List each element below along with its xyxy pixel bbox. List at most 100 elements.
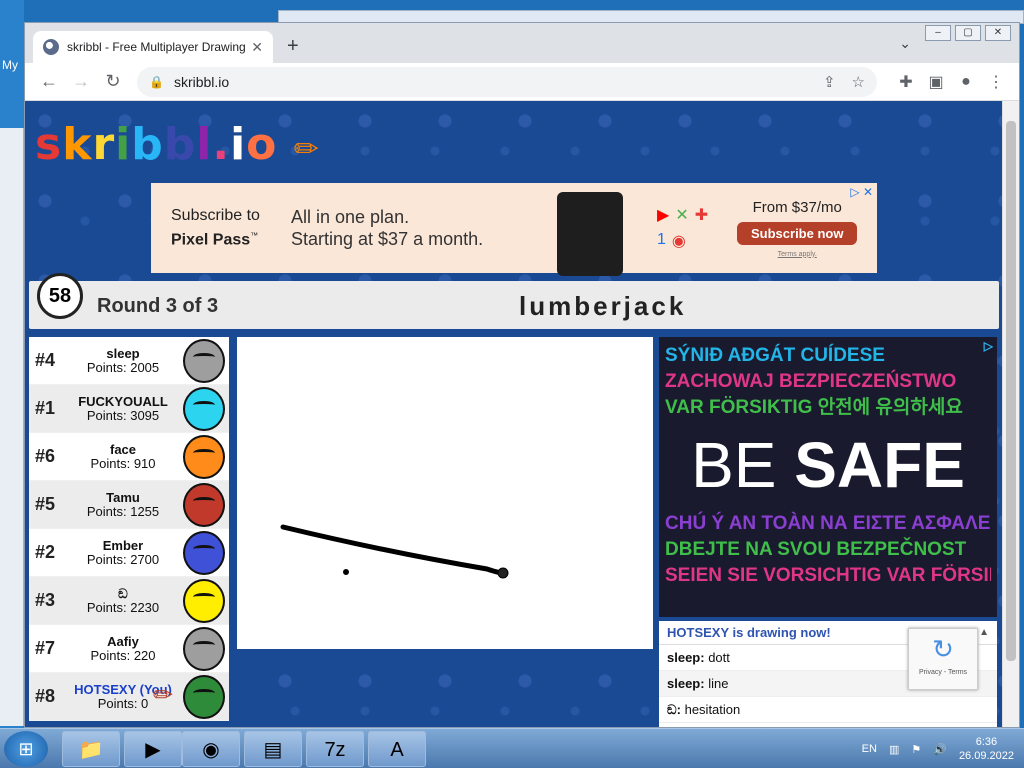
player-points: Points: 1255: [86, 503, 160, 519]
windows-taskbar: ⊞ 📁 ▶ ◉ ▤ 7z A EN ▥ ⚑ 🔊 6:36 26.09.2022: [0, 728, 1024, 768]
player-row[interactable]: #5 Tamu Points: 1255: [29, 481, 229, 529]
pixel-phone-image: [557, 192, 623, 276]
archive-app-taskbar-icon[interactable]: ▤: [244, 731, 302, 767]
player-row[interactable]: #1 FUCKYOUALL Points: 3095: [29, 385, 229, 433]
player-row[interactable]: #3 ඞ Points: 2230: [29, 577, 229, 625]
google-one-icon: ✚: [694, 207, 709, 224]
ad-plan-text: All in one plan. Starting at $37 a month…: [291, 207, 484, 249]
flag-icon[interactable]: ⚑: [911, 743, 921, 756]
player-avatar-icon: [183, 339, 225, 383]
be-safe-headline: BE SAFE: [691, 429, 965, 501]
side-panel-icon[interactable]: ▣: [921, 72, 951, 92]
address-bar[interactable]: 🔒 skribbl.io ⇪ ☆: [137, 66, 877, 97]
terms-link[interactable]: Terms apply.: [737, 251, 857, 258]
recaptcha-badge[interactable]: ↻ Privacy - Terms: [908, 628, 978, 690]
profile-avatar-icon[interactable]: ●: [951, 73, 981, 91]
player-rank: #2: [35, 542, 56, 562]
minimize-button[interactable]: –: [925, 25, 951, 41]
youtube-music-icon: ◉: [671, 233, 686, 250]
player-rank: #1: [35, 398, 56, 418]
player-name: Aafiy: [107, 634, 139, 649]
network-icon[interactable]: ▥: [889, 743, 899, 756]
extensions-puzzle-icon[interactable]: ✚: [891, 72, 921, 92]
app-taskbar-icon[interactable]: A: [368, 731, 426, 767]
player-row-self[interactable]: #8 HOTSEXY (You) Points: 0 ✏: [29, 673, 229, 721]
window-controls: – ▢ ✕: [925, 25, 1011, 41]
safe-line: SÝNIÐ AÐGÁT CUÍDESE: [665, 345, 885, 366]
current-word: lumberjack: [519, 291, 687, 321]
ad-choices-icon[interactable]: ▷ ✕: [850, 185, 873, 199]
desktop-icon-label[interactable]: My: [2, 58, 18, 72]
player-points: Points: 3095: [86, 407, 160, 423]
tab-skribbl[interactable]: skribbl - Free Multiplayer Drawing ✕: [33, 31, 273, 63]
close-window-button[interactable]: ✕: [985, 25, 1011, 41]
scrollbar-thumb[interactable]: [1006, 121, 1016, 661]
player-row[interactable]: #7 Aafiy Points: 220: [29, 625, 229, 673]
system-tray: EN ▥ ⚑ 🔊 6:36 26.09.2022: [862, 735, 1014, 763]
ad-price-block: From $37/mo Subscribe now Terms apply.: [737, 199, 858, 258]
media-player-taskbar-icon[interactable]: ▶: [124, 731, 182, 767]
safe-line: ZACHOWAJ BEZPIECZEŃSTWO: [665, 371, 957, 392]
google-pixel-ad-banner[interactable]: Subscribe to Pixel Pass™ All in one plan…: [151, 183, 877, 276]
drawing-canvas[interactable]: [237, 337, 653, 649]
browser-window: skribbl - Free Multiplayer Drawing ✕ + ⌄…: [24, 22, 1020, 728]
start-button-icon[interactable]: ⊞: [4, 731, 48, 767]
player-rank: #7: [35, 638, 56, 658]
player-rank: #4: [35, 350, 56, 370]
lock-icon[interactable]: 🔒: [149, 75, 164, 89]
recaptcha-icon: ↻: [932, 634, 954, 664]
drawn-dot: [343, 569, 349, 575]
player-avatar-icon: [183, 627, 225, 671]
youtube-icon: ▶: [657, 207, 670, 224]
close-tab-icon[interactable]: ✕: [251, 39, 263, 56]
reload-icon[interactable]: ↻: [97, 71, 129, 92]
player-points: Points: 910: [90, 455, 156, 471]
player-avatar-icon: [183, 675, 225, 719]
player-name: face: [109, 442, 137, 457]
player-avatar-icon: [183, 531, 225, 575]
system-clock[interactable]: 6:36 26.09.2022: [959, 735, 1014, 763]
player-avatar-icon: [183, 387, 225, 431]
back-arrow-icon[interactable]: ←: [33, 71, 65, 92]
player-avatar-icon: [183, 483, 225, 527]
ad-choices-icon[interactable]: ▷: [984, 339, 993, 353]
new-tab-button[interactable]: +: [287, 35, 299, 58]
safe-line: VAR FÖRSIKTIG 안전에 유의하세요: [665, 397, 963, 418]
background-window-left: [0, 128, 24, 726]
player-points: Points: 220: [90, 647, 156, 663]
bookmark-star-icon[interactable]: ☆: [852, 73, 865, 91]
kebab-menu-icon[interactable]: ⋮: [981, 72, 1011, 92]
share-icon[interactable]: ⇪: [823, 73, 836, 91]
player-row[interactable]: #6 face Points: 910: [29, 433, 229, 481]
pencil-icon: ✏: [293, 132, 320, 167]
skribbl-logo[interactable]: skribbl.io ✏: [35, 119, 320, 170]
player-rank: #3: [35, 590, 56, 610]
google-fi-icon: 1: [657, 231, 666, 248]
ad-subscribe-text: Subscribe to Pixel Pass™: [171, 206, 260, 249]
player-name: Tamu: [106, 490, 140, 505]
player-points: Points: 2700: [86, 551, 160, 567]
chrome-taskbar-icon[interactable]: ◉: [182, 731, 240, 767]
be-safe-ad[interactable]: SÝNIÐ AÐGÁT CUÍDESE ZACHOWAJ BEZPIECZEŃS…: [659, 337, 997, 617]
google-tv-icon: ✕: [675, 207, 689, 224]
tab-search-chevron-icon[interactable]: ⌄: [899, 35, 911, 52]
chat-collapse-icon[interactable]: ▲: [979, 621, 989, 645]
page-scrollbar[interactable]: [1002, 101, 1019, 727]
toolbar: ← → ↻ 🔒 skribbl.io ⇪ ☆ ✚ ▣ ● ⋮: [25, 63, 1019, 101]
language-indicator[interactable]: EN: [862, 743, 877, 755]
subscribe-now-button[interactable]: Subscribe now: [737, 221, 858, 245]
volume-icon[interactable]: 🔊: [933, 743, 947, 756]
maximize-button[interactable]: ▢: [955, 25, 981, 41]
skribbl-page: skribbl.io ✏ Subscribe to Pixel Pass™ Al…: [25, 101, 1003, 727]
skribbl-favicon-icon: [43, 39, 59, 55]
player-row[interactable]: #4 sleep Points: 2005: [29, 337, 229, 385]
player-avatar-icon: [183, 579, 225, 623]
player-points: Points: 2230: [86, 599, 160, 615]
tab-strip: skribbl - Free Multiplayer Drawing ✕ + ⌄…: [25, 23, 1019, 63]
player-rank: #5: [35, 494, 56, 514]
7zip-taskbar-icon[interactable]: 7z: [306, 731, 364, 767]
file-explorer-taskbar-icon[interactable]: 📁: [62, 731, 120, 767]
timer-clock-icon: 58: [37, 273, 83, 319]
forward-arrow-icon[interactable]: →: [65, 71, 97, 92]
player-row[interactable]: #2 Ember Points: 2700: [29, 529, 229, 577]
